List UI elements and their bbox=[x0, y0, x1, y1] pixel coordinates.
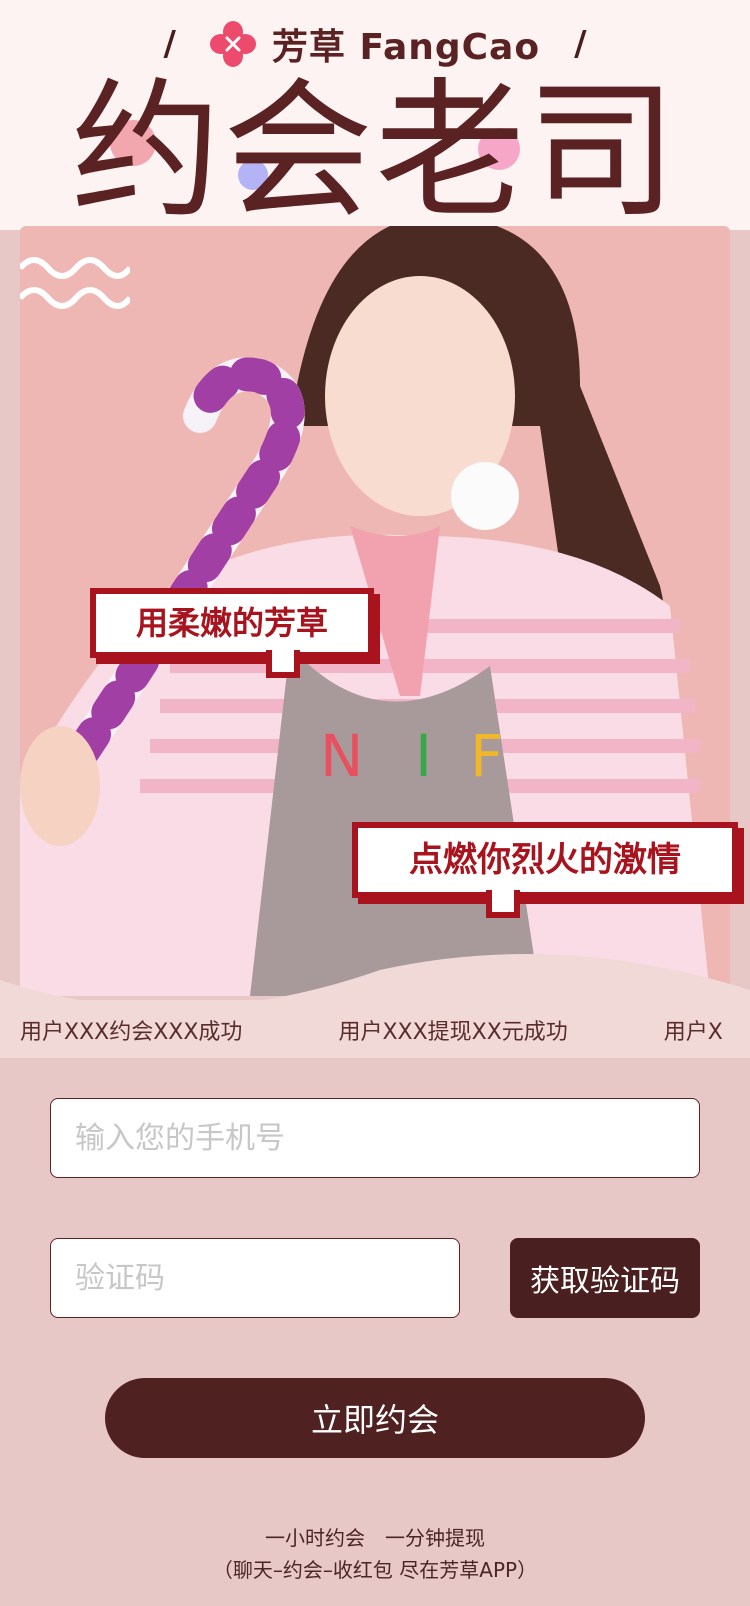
footer-subtagline: （聊天–约会–收红包 尽在芳草APP） bbox=[212, 1558, 538, 1582]
ticker-track: 用户XXX约会XXX成功 用户XXX提现XX元成功 用户X bbox=[20, 1014, 723, 1046]
brand-slash-right: / bbox=[574, 24, 587, 64]
brand-slash-left: / bbox=[163, 24, 176, 64]
date-now-button[interactable]: 立即约会 bbox=[105, 1378, 645, 1458]
speech-bubble-1: 用柔嫩的芳草 bbox=[90, 588, 374, 678]
brand-name: 芳草 FangCao bbox=[271, 27, 541, 68]
ticker-item: 用户X bbox=[663, 1020, 723, 1045]
ticker-bar: 用户XXX约会XXX成功 用户XXX提现XX元成功 用户X bbox=[0, 1000, 750, 1058]
svg-text:N: N bbox=[320, 722, 363, 790]
phone-input[interactable] bbox=[50, 1098, 700, 1178]
verification-code-input[interactable] bbox=[50, 1238, 460, 1318]
header: / 芳草 FangCao / 约会老司机 bbox=[0, 0, 750, 392]
squiggle-decoration bbox=[20, 257, 130, 309]
signup-form: 获取验证码 立即约会 一小时约会 一分钟提现 （聊天–约会–收红包 尽在芳草AP… bbox=[0, 1058, 750, 1606]
ticker-item: 用户XXX约会XXX成功 bbox=[20, 1020, 243, 1045]
brand-bar: / 芳草 FangCao / bbox=[0, 18, 750, 70]
page: / 芳草 FangCao / 约会老司机 bbox=[0, 0, 750, 1606]
svg-text:F: F bbox=[470, 722, 503, 790]
ticker-item: 用户XXX提现XX元成功 bbox=[338, 1020, 568, 1045]
get-code-button[interactable]: 获取验证码 bbox=[510, 1238, 700, 1318]
footer-tagline: 一小时约会 一分钟提现 bbox=[265, 1526, 485, 1550]
speech-bubble-2: 点燃你烈火的激情 bbox=[352, 822, 738, 918]
svg-text:I: I bbox=[415, 722, 432, 790]
four-petal-flower-logo-icon bbox=[209, 21, 256, 67]
